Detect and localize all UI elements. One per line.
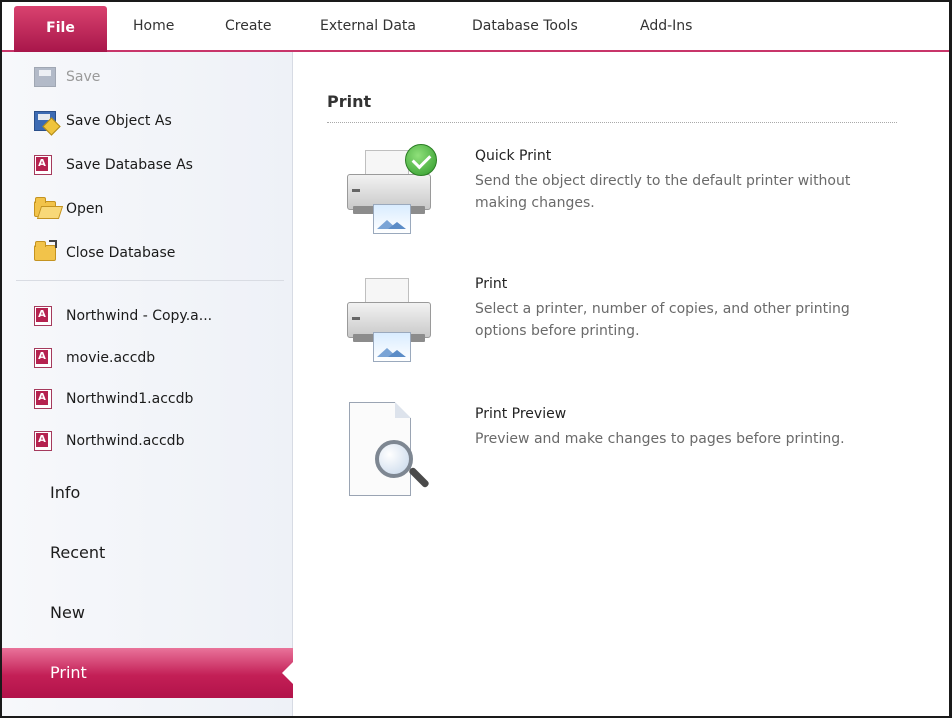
- backstage-nav-pane: Save Save Object As Save Database As Ope…: [2, 52, 293, 716]
- save-database-as-command[interactable]: Save Database As: [14, 148, 282, 182]
- nav-info[interactable]: Info: [14, 468, 282, 518]
- print-section-title: Print: [327, 92, 372, 111]
- printer-icon: [345, 272, 435, 362]
- close-folder-icon: [34, 240, 57, 261]
- save-icon: [34, 67, 56, 87]
- tab-file[interactable]: File: [14, 6, 107, 52]
- print-option[interactable]: Print Select a printer, number of copies…: [327, 272, 887, 392]
- save-object-as-label: Save Object As: [66, 113, 172, 129]
- recent-file-item[interactable]: Northwind - Copy.a...: [14, 299, 282, 333]
- recent-file-item[interactable]: movie.accdb: [14, 341, 282, 375]
- quick-print-icon: [345, 144, 437, 234]
- nav-new[interactable]: New: [14, 588, 282, 638]
- access-database-icon: [34, 348, 52, 368]
- tab-external-data[interactable]: External Data: [320, 2, 416, 50]
- nav-recent[interactable]: Recent: [14, 528, 282, 578]
- recent-file-label: Northwind - Copy.a...: [66, 308, 213, 324]
- print-pane: Print Quick Print Send the object direct…: [294, 52, 949, 716]
- save-object-as-command[interactable]: Save Object As: [14, 104, 282, 138]
- tab-home[interactable]: Home: [133, 2, 174, 50]
- divider: [16, 280, 284, 281]
- print-description: Select a printer, number of copies, and …: [475, 301, 850, 339]
- save-object-as-icon: [34, 111, 56, 131]
- quick-print-title: Quick Print: [475, 148, 552, 164]
- access-database-icon: [34, 155, 52, 175]
- divider: [327, 122, 897, 123]
- open-folder-icon: [34, 197, 56, 217]
- access-database-icon: [34, 389, 52, 409]
- tab-create[interactable]: Create: [225, 2, 272, 50]
- recent-file-item[interactable]: Northwind.accdb: [14, 424, 282, 458]
- access-backstage-window: File Home Create External Data Database …: [0, 0, 952, 718]
- print-preview-option[interactable]: Print Preview Preview and make changes t…: [327, 402, 887, 522]
- recent-file-label: Northwind.accdb: [66, 433, 185, 449]
- quick-print-option[interactable]: Quick Print Send the object directly to …: [327, 144, 887, 264]
- access-database-icon: [34, 306, 52, 326]
- close-database-label: Close Database: [66, 245, 176, 261]
- close-database-command[interactable]: Close Database: [14, 236, 282, 270]
- recent-file-label: movie.accdb: [66, 350, 156, 366]
- save-command-label: Save: [66, 69, 101, 85]
- open-command[interactable]: Open: [14, 192, 282, 226]
- quick-print-description: Send the object directly to the default …: [475, 173, 851, 211]
- open-command-label: Open: [66, 201, 104, 217]
- tab-add-ins[interactable]: Add-Ins: [640, 2, 692, 50]
- checkmark-icon: [405, 144, 437, 176]
- ribbon-tab-bar: File Home Create External Data Database …: [2, 2, 949, 52]
- magnifier-icon: [375, 440, 413, 478]
- recent-file-item[interactable]: Northwind1.accdb: [14, 382, 282, 416]
- save-database-as-label: Save Database As: [66, 157, 193, 173]
- nav-print[interactable]: Print: [2, 648, 293, 698]
- print-preview-icon: [345, 402, 435, 496]
- print-preview-description: Preview and make changes to pages before…: [475, 431, 845, 447]
- print-title: Print: [475, 276, 508, 292]
- tab-database-tools[interactable]: Database Tools: [472, 2, 578, 50]
- access-database-icon: [34, 431, 52, 451]
- print-preview-title: Print Preview: [475, 406, 567, 422]
- save-command[interactable]: Save: [14, 60, 282, 94]
- recent-file-label: Northwind1.accdb: [66, 391, 194, 407]
